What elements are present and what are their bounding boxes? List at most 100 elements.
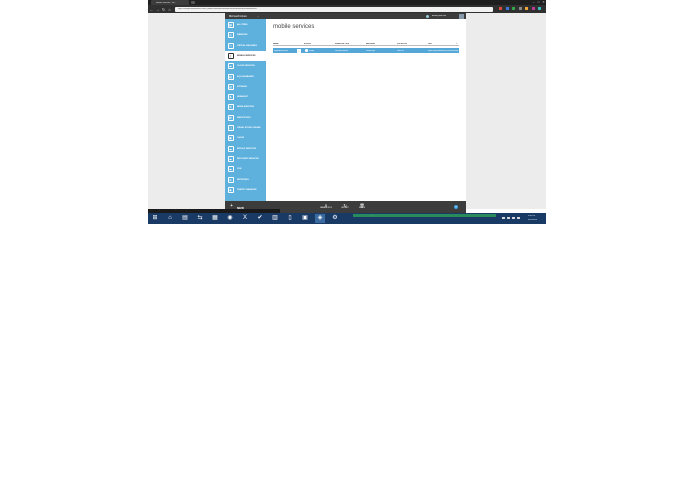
- sidebar-item-virtual-machines[interactable]: ▭ VIRTUAL MACHINES: [225, 41, 266, 51]
- active-window-bar[interactable]: Microsoft Azure - Google Chrome: [353, 214, 496, 217]
- avatar[interactable]: [459, 13, 464, 19]
- column-header-status[interactable]: STATUS: [304, 43, 311, 45]
- extension-icon[interactable]: [538, 7, 541, 10]
- taskbar-app-icon[interactable]: ▣: [300, 214, 310, 223]
- extension-icon[interactable]: [531, 7, 535, 10]
- new-tab-button[interactable]: [191, 1, 195, 4]
- column-header-backend[interactable]: BACKEND: [366, 43, 375, 45]
- status-url-text: https://manage.windowsazure.com/@admin#W…: [150, 210, 220, 211]
- sidebar-item-label: CDN: [237, 168, 242, 171]
- sidebar-item-label: SERVICE BUS: [237, 116, 251, 119]
- taskbar-app-icon[interactable]: ◈: [315, 214, 325, 223]
- table-header: NAME STATUS SUBSCRIPTION BACKEND LOCATIO…: [273, 42, 459, 46]
- sidebar-item-storage[interactable]: ▥ STORAGE: [225, 82, 266, 92]
- sidebar-item-media-services[interactable]: ⚙ MEDIA SERVICES: [225, 102, 266, 112]
- column-header-url[interactable]: URL: [428, 43, 432, 45]
- taskbar-app-icon[interactable]: ▯: [285, 214, 295, 223]
- sidebar-item-icon: ▦: [227, 22, 234, 28]
- sidebar-item-cache[interactable]: ▣ CACHE: [225, 133, 266, 143]
- cell-name[interactable]: mymobileservice: [274, 50, 296, 52]
- sidebar-item-networks[interactable]: ⊕ NETWORKS: [225, 175, 266, 185]
- sidebar-item-icon: ◉: [227, 186, 234, 193]
- sidebar-item-icon: ▥: [227, 83, 234, 90]
- battery-icon[interactable]: [517, 216, 520, 219]
- extension-icon[interactable]: [518, 7, 522, 10]
- sidebar-item-cdn[interactable]: ☁ CDN: [225, 164, 266, 174]
- column-header-subscription[interactable]: SUBSCRIPTION: [335, 43, 349, 45]
- reload-button[interactable]: ↻: [161, 7, 166, 12]
- sidebar-item-label: MEDIA SERVICES: [237, 106, 255, 109]
- home-button[interactable]: ⌂: [167, 7, 172, 12]
- address-text: https://manage.windowsazure.com/@admin#W…: [178, 8, 257, 10]
- table-row[interactable]: mymobileservice › Ready Windows Azure Ja…: [273, 48, 459, 53]
- volume-icon[interactable]: [512, 216, 515, 219]
- help-icon[interactable]: ?: [454, 205, 458, 209]
- sidebar-item-label: TRAFFIC MANAGER: [237, 188, 257, 191]
- forward-button[interactable]: →: [155, 7, 160, 12]
- taskbar-app-icon[interactable]: ▥: [270, 214, 280, 223]
- cell-status: Ready: [308, 49, 314, 52]
- sidebar-item-icon: ☁: [227, 63, 234, 70]
- extension-icon[interactable]: [512, 7, 515, 10]
- sidebar-item-sql-databases[interactable]: ▤ SQL DATABASES: [225, 72, 266, 82]
- sidebar-item-icon: ⇄: [227, 114, 234, 121]
- extension-icon[interactable]: [499, 7, 502, 10]
- sidebar-item-service-bus[interactable]: ⇄ SERVICE BUS: [225, 113, 266, 123]
- brand-logo[interactable]: Microsoft Azure: [229, 15, 247, 18]
- taskbar-app-icon[interactable]: ◉: [225, 214, 235, 223]
- sidebar-item-label: ALL ITEMS: [237, 24, 248, 26]
- tab-title: Mobile Services - Wi...: [156, 1, 176, 4]
- sidebar-item-icon: ⊕: [227, 176, 234, 183]
- delete-button[interactable]: 🗑 DELETE: [356, 203, 368, 213]
- taskbar-app-icon[interactable]: ⚙: [330, 214, 340, 223]
- sidebar-item-icon: ☁: [227, 145, 234, 152]
- sidebar-item-mobile-services[interactable]: ▯ MOBILE SERVICES: [225, 50, 266, 62]
- arrow-right-icon[interactable]: ›: [297, 48, 301, 53]
- sidebar-item-label: HDINSIGHT: [237, 96, 248, 99]
- restart-button[interactable]: ↻ RESTART: [339, 203, 351, 213]
- delete-label: DELETE: [358, 208, 366, 209]
- taskbar-app-icon[interactable]: ✔: [255, 214, 265, 223]
- start-icon[interactable]: ⊞: [150, 214, 160, 223]
- browser-window: Mobile Services - Wi... – □ ✕ ← → ↻ ⌂ ht…: [148, 0, 546, 13]
- sidebar-item-icon: ▤: [227, 73, 234, 80]
- chevron-down-icon[interactable]: ⌄: [257, 15, 259, 18]
- network-icon[interactable]: [507, 216, 510, 219]
- sidebar-item-visual-studio-online[interactable]: ◁ VISUAL STUDIO ONLINE: [225, 123, 266, 133]
- clock-time[interactable]: 3:45 PM: [528, 215, 535, 217]
- sidebar-item-biztalk-services[interactable]: ☁ BIZTALK SERVICES: [225, 144, 266, 154]
- taskbar-app-icon[interactable]: ▦: [210, 214, 220, 223]
- taskbar-app-icon[interactable]: X: [240, 214, 250, 223]
- address-bar[interactable]: https://manage.windowsazure.com/@admin#W…: [175, 6, 493, 12]
- user-name[interactable]: demo@live.com: [432, 15, 446, 17]
- sidebar-item-label: VIRTUAL MACHINES: [237, 44, 257, 47]
- sidebar-item-label: WEBSITES: [237, 34, 248, 37]
- sidebar-item-label: CACHE: [237, 137, 245, 140]
- sidebar-item-label: CLOUD SERVICES: [237, 65, 255, 68]
- taskbar-app-icon[interactable]: ⌂: [165, 214, 175, 223]
- column-header-name[interactable]: NAME: [273, 43, 279, 45]
- sidebar-item-recovery-services[interactable]: ☁ RECOVERY SERVICES: [225, 154, 266, 164]
- sidebar-item-websites[interactable]: ◎ WEBSITES: [225, 30, 266, 40]
- taskbar-app-icon[interactable]: ▤: [180, 214, 190, 223]
- taskbar-app-icon[interactable]: ⇆: [195, 214, 205, 223]
- extension-icon[interactable]: [505, 7, 509, 10]
- sidebar-item-hdinsight[interactable]: ♣ HDINSIGHT: [225, 92, 266, 102]
- back-button[interactable]: ←: [149, 7, 154, 12]
- cell-url[interactable]: https://mymobileservice.azure-mobile.net…: [428, 50, 458, 52]
- sidebar-item-all-items[interactable]: ▦ ALL ITEMS: [225, 20, 266, 30]
- sidebar-item-traffic-manager[interactable]: ◉ TRAFFIC MANAGER: [225, 185, 266, 195]
- clock-date[interactable]: 4/22/2014: [528, 219, 537, 221]
- sidebar-item-cloud-services[interactable]: ☁ CLOUD SERVICES: [225, 61, 266, 71]
- column-header-location[interactable]: LOCATION: [397, 43, 407, 45]
- search-icon[interactable]: ⌕: [456, 42, 457, 45]
- page-title: mobile services: [273, 24, 315, 30]
- flag-icon[interactable]: [502, 216, 505, 219]
- sidebar: ▦ ALL ITEMS ◎ WEBSITES ▭ VIRTUAL MACHINES ▯ MOB…: [225, 19, 266, 201]
- sidebar-item-label: BIZTALK SERVICES: [237, 147, 257, 150]
- sidebar-item-icon: ⚙: [227, 104, 234, 111]
- extension-icon[interactable]: [525, 7, 528, 10]
- close-window-button[interactable]: ✕: [541, 0, 546, 4]
- page-area: Microsoft Azure ⌄ demo@live.com ▦ ALL ITE…: [148, 13, 546, 214]
- manage-keys-button[interactable]: ℹ MANAGE KEYS: [320, 203, 332, 213]
